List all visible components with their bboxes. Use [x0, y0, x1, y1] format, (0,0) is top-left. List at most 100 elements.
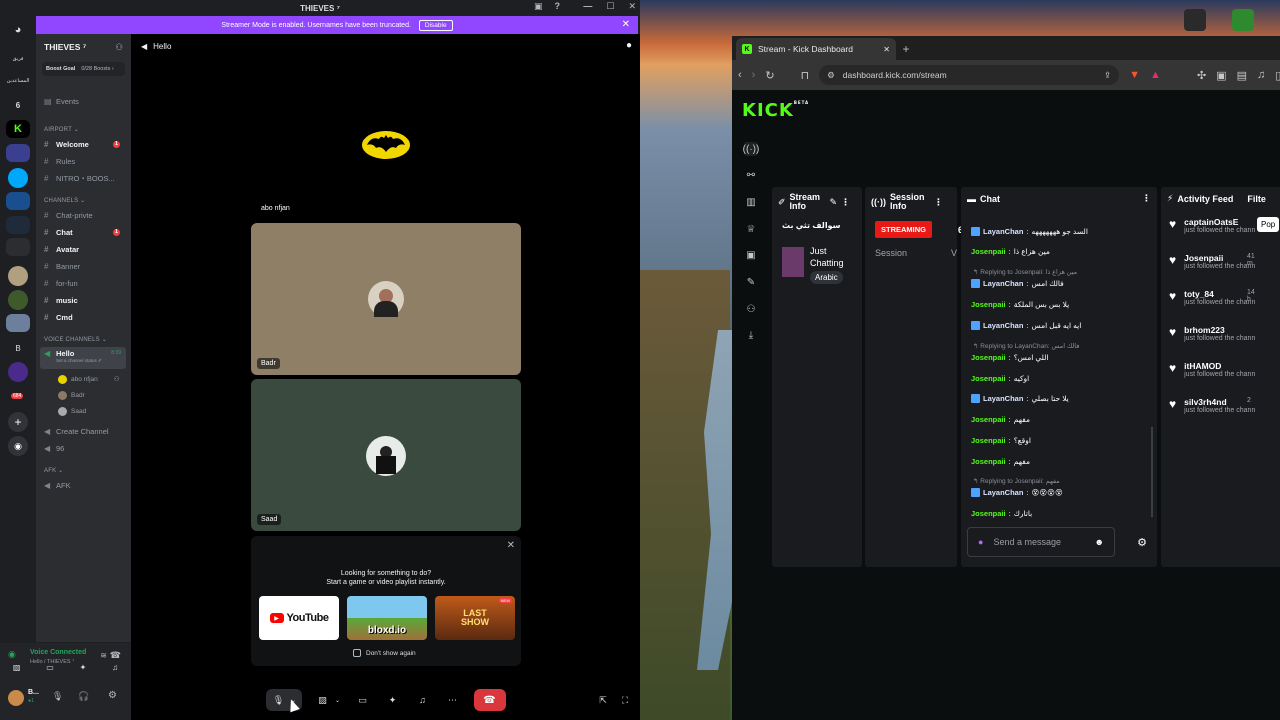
- edit-icon[interactable]: ✎: [830, 197, 838, 208]
- activity-feed-item[interactable]: ♥ brhom223 just followed the chann: [1169, 325, 1255, 342]
- mic-icon[interactable]: 🎙: [270, 691, 288, 709]
- chat-username[interactable]: Josenpaii: [971, 353, 1006, 362]
- chat-username[interactable]: Josenpaii: [971, 300, 1006, 309]
- sidebar-icon[interactable]: ▤: [1237, 69, 1247, 82]
- activity-feed-item[interactable]: ♥ itHAMOD just followed the chann: [1169, 361, 1255, 378]
- category-afk[interactable]: AFK ⌄: [44, 467, 63, 474]
- chat-username[interactable]: LayanChan: [983, 279, 1023, 288]
- server-icon-2[interactable]: المساعدين: [6, 72, 30, 90]
- server-icon-5[interactable]: [6, 144, 30, 162]
- category-airport[interactable]: Airport ⌄: [44, 126, 79, 133]
- chat-username[interactable]: LayanChan: [983, 227, 1023, 236]
- trophy-nav-icon[interactable]: ♕: [744, 222, 758, 236]
- dont-show-again[interactable]: Don't show again: [353, 649, 416, 657]
- forward-icon[interactable]: ›: [752, 69, 756, 81]
- screen-share-icon[interactable]: ▭: [46, 663, 54, 672]
- share-icon[interactable]: ⇪: [1104, 70, 1111, 81]
- server-icon-12[interactable]: [6, 314, 30, 332]
- close-icon[interactable]: ✕: [507, 540, 515, 551]
- participant-tile[interactable]: Badr: [251, 223, 521, 375]
- youtube-activity[interactable]: ▶ YouTube: [259, 596, 339, 640]
- wallet-icon[interactable]: ▣: [1216, 69, 1226, 82]
- soundboard-icon[interactable]: ♫: [112, 663, 118, 672]
- emoji-icon[interactable]: ☻: [1095, 537, 1104, 547]
- voice-connected-title[interactable]: Voice Connected: [30, 649, 86, 656]
- checkbox[interactable]: [353, 649, 361, 657]
- channel-welcome[interactable]: # Welcome 1: [40, 137, 126, 151]
- chat-settings-icon[interactable]: ⚙: [1137, 536, 1147, 549]
- server-icon-3[interactable]: 6: [6, 96, 30, 114]
- video-off-icon[interactable]: ▨: [13, 663, 21, 672]
- wrench-nav-icon[interactable]: ✎: [744, 275, 758, 289]
- more-icon[interactable]: ⋯: [444, 691, 462, 709]
- camera-off-icon[interactable]: ▨: [314, 691, 332, 709]
- users-nav-icon[interactable]: ⚇: [744, 302, 758, 316]
- mic-icon[interactable]: ●: [978, 537, 983, 547]
- panel-icon[interactable]: ▯: [1275, 69, 1280, 82]
- last-show-activity[interactable]: LAST SHOW NEW: [435, 596, 515, 640]
- category-channels[interactable]: CHANNELS ⌄: [44, 197, 85, 204]
- chevron-down-icon[interactable]: ⌄: [334, 691, 342, 709]
- popout-icon[interactable]: ⇱: [594, 691, 612, 709]
- bookmark-icon[interactable]: ⊓: [801, 69, 810, 82]
- channel-avatar[interactable]: # Avatar: [40, 242, 126, 256]
- channel-music[interactable]: # music: [40, 293, 126, 307]
- activity-feed-item[interactable]: ♥ Josenpaii just followed the chann 41 m: [1169, 253, 1255, 270]
- activities-icon[interactable]: ✦: [384, 691, 402, 709]
- more-icon[interactable]: ⋮: [934, 197, 943, 208]
- channel-banner[interactable]: # Banner: [40, 259, 126, 273]
- soundboard-icon[interactable]: ♫: [414, 691, 432, 709]
- activity-feed-item[interactable]: ♥ toty_84 just followed the chann 14 h: [1169, 289, 1255, 306]
- tab-kick-dashboard[interactable]: K Stream - Kick Dashboard ✕: [736, 38, 896, 60]
- kick-server-icon[interactable]: K: [6, 120, 30, 138]
- fullscreen-icon[interactable]: ⛶: [616, 691, 634, 709]
- chat-username[interactable]: LayanChan: [983, 394, 1023, 403]
- close-window-icon[interactable]: ✕: [628, 1, 636, 12]
- inbox-icon[interactable]: ▣: [534, 1, 543, 12]
- voice-channel-hello[interactable]: ◀ Hello Set a channel status ✐ 8:39: [40, 347, 126, 369]
- server-icon-15[interactable]: 684: [8, 388, 28, 408]
- chat-scrollbar[interactable]: [1151, 427, 1153, 517]
- chat-username[interactable]: LayanChan: [983, 488, 1023, 497]
- channel-chat-privte[interactable]: # Chat-privte: [40, 208, 126, 222]
- chat-username[interactable]: Josenpaii: [971, 436, 1006, 445]
- close-banner-icon[interactable]: ✕: [622, 19, 630, 30]
- server-icon-11[interactable]: [8, 290, 28, 310]
- close-tab-icon[interactable]: ✕: [883, 45, 890, 54]
- headphones-icon[interactable]: 🎧: [78, 691, 89, 702]
- camera-control[interactable]: ▨ ⌄: [314, 691, 342, 709]
- server-header[interactable]: THIEVES ⁷ ⚇: [36, 34, 131, 60]
- server-icon-b[interactable]: B: [8, 338, 28, 358]
- desktop-shortcut-icon[interactable]: [1184, 9, 1206, 31]
- server-icon-14[interactable]: [8, 362, 28, 382]
- bloxd-activity[interactable]: bloxd.io: [347, 596, 427, 640]
- music-icon[interactable]: ♫: [1257, 69, 1265, 81]
- chat-bubble-icon[interactable]: ●: [626, 40, 632, 51]
- chat-username[interactable]: Josenpaii: [971, 247, 1006, 256]
- explore-icon[interactable]: ◉: [8, 436, 28, 456]
- address-bar[interactable]: ⚙ dashboard.kick.com/stream ⇪: [819, 65, 1120, 85]
- server-icon-9[interactable]: [6, 238, 30, 256]
- voice-user[interactable]: Saad: [58, 405, 86, 417]
- participant-tile[interactable]: Saad: [251, 379, 521, 531]
- server-icon-6[interactable]: [8, 168, 28, 188]
- discord-home-icon[interactable]: ◕: [8, 20, 28, 40]
- kick-logo[interactable]: KICKBETA: [742, 100, 809, 121]
- voice-user[interactable]: abo nfjan ⚇: [58, 373, 120, 385]
- extensions-icon[interactable]: ✣: [1197, 69, 1206, 82]
- chat-username[interactable]: Josenpaii: [971, 374, 1006, 383]
- brave-shield-icon[interactable]: ▼: [1129, 69, 1140, 81]
- chat-input[interactable]: ● Send a message ☻: [967, 527, 1115, 557]
- more-icon[interactable]: ⋮: [1142, 193, 1151, 204]
- help-icon[interactable]: ?: [555, 1, 561, 12]
- server-icon-1[interactable]: فريق: [6, 50, 30, 68]
- stream-nav-icon[interactable]: ((·)): [743, 142, 759, 156]
- activities-icon[interactable]: ✦: [80, 663, 87, 672]
- server-icon-10[interactable]: [8, 266, 28, 286]
- channel-chat[interactable]: # Chat 1: [40, 225, 126, 239]
- analytics-nav-icon[interactable]: ▥: [744, 195, 758, 209]
- voice-user[interactable]: Badr: [58, 389, 85, 401]
- filter-label[interactable]: Filte: [1247, 194, 1266, 204]
- voice-channel-96[interactable]: ◀ 96: [40, 441, 126, 455]
- video-nav-icon[interactable]: ▣: [744, 248, 758, 262]
